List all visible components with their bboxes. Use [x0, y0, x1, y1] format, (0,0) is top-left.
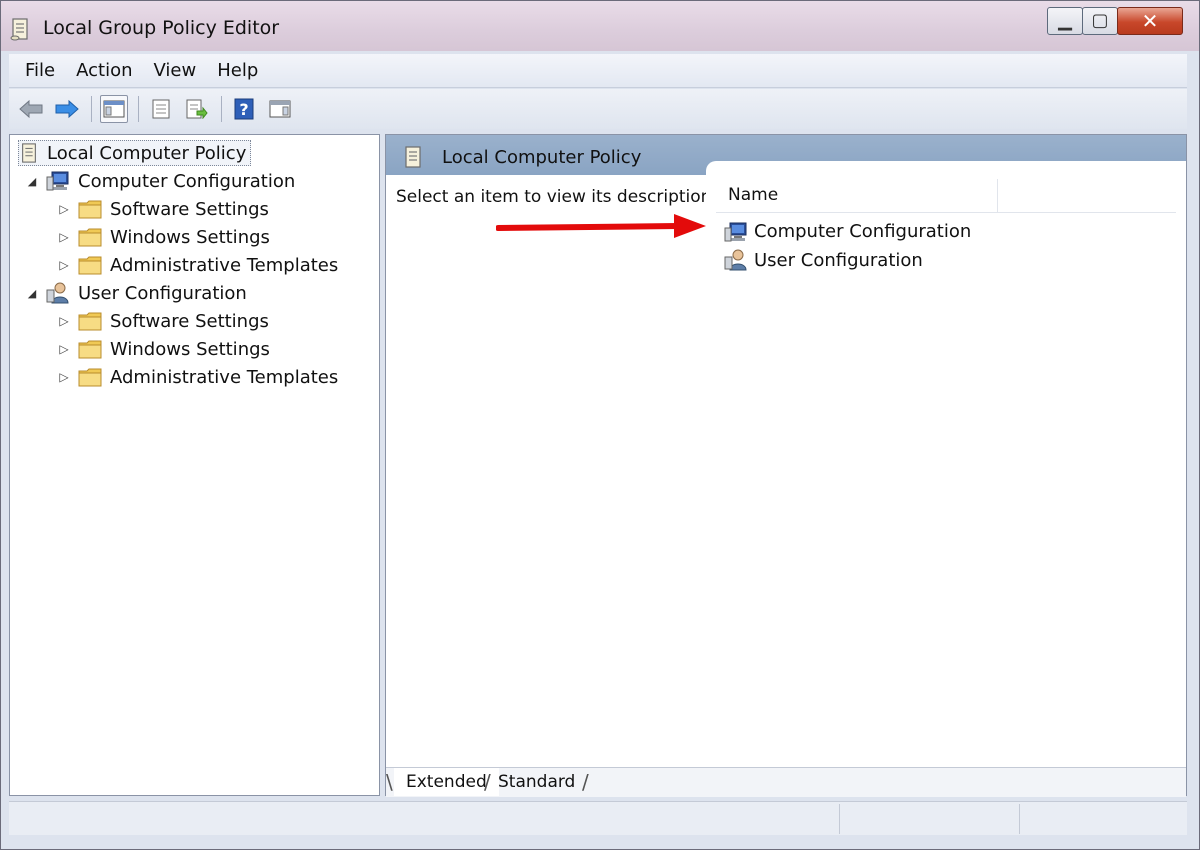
- properties-button[interactable]: [147, 95, 175, 123]
- details-list[interactable]: Name Computer Configuration User Configu…: [706, 161, 1186, 401]
- computer-icon: [724, 222, 747, 241]
- maximize-icon: ▢: [1091, 10, 1109, 31]
- toolbar-separator: [138, 96, 139, 122]
- menu-file[interactable]: File: [17, 60, 68, 81]
- view-tabs: \ Extended / Standard /: [386, 767, 1186, 797]
- properties-icon: [152, 99, 170, 119]
- tab-edge: \: [386, 770, 393, 794]
- tree-item-label: Local Computer Policy: [47, 142, 247, 164]
- minimize-button[interactable]: ▁: [1047, 7, 1083, 35]
- forward-button[interactable]: [53, 95, 81, 123]
- back-arrow-icon: [19, 99, 43, 119]
- expand-triangle-icon[interactable]: ▷: [58, 314, 70, 328]
- close-icon: ✕: [1141, 9, 1159, 33]
- policy-scroll-icon: [9, 17, 31, 41]
- status-cell: [1019, 804, 1020, 834]
- annotation-arrow-icon: [496, 214, 706, 238]
- export-list-button[interactable]: [183, 95, 211, 123]
- list-item-user-configuration[interactable]: User Configuration: [724, 249, 923, 271]
- window-title: Local Group Policy Editor: [43, 17, 280, 39]
- folder-icon: [78, 256, 102, 275]
- export-list-icon: [186, 99, 208, 119]
- show-hide-action-pane-icon: [269, 100, 291, 118]
- menu-action[interactable]: Action: [68, 60, 145, 81]
- menu-help[interactable]: Help: [209, 60, 271, 81]
- tree-item-computer-software-settings[interactable]: ▷ Software Settings: [58, 196, 269, 222]
- svg-text:?: ?: [239, 100, 248, 119]
- toolbar-separator: [91, 96, 92, 122]
- list-item-label: User Configuration: [754, 249, 923, 271]
- back-button[interactable]: [17, 95, 45, 123]
- collapse-triangle-icon[interactable]: ◢: [26, 175, 38, 188]
- expand-triangle-icon[interactable]: ▷: [58, 230, 70, 244]
- user-icon: [46, 282, 69, 304]
- status-cell: [839, 804, 840, 834]
- tree-item-label: User Configuration: [78, 282, 247, 304]
- show-hide-console-tree-button[interactable]: [100, 95, 128, 123]
- expand-triangle-icon[interactable]: ▷: [58, 370, 70, 384]
- computer-icon: [46, 171, 69, 191]
- window-controls: ▁ ▢ ✕: [1047, 7, 1183, 35]
- tree-item-computer-windows-settings[interactable]: ▷ Windows Settings: [58, 224, 270, 250]
- tree-item-user-configuration[interactable]: ◢ User Configuration: [26, 280, 247, 306]
- tree-item-label: Administrative Templates: [110, 254, 339, 276]
- folder-icon: [78, 200, 102, 219]
- show-hide-console-tree-icon: [103, 100, 125, 118]
- help-icon: ?: [234, 98, 254, 120]
- forward-arrow-icon: [55, 99, 79, 119]
- menu-view[interactable]: View: [146, 60, 210, 81]
- tree-item-label: Software Settings: [110, 198, 269, 220]
- user-icon: [724, 249, 747, 271]
- column-header-name[interactable]: Name: [716, 179, 998, 212]
- tree-item-label: Computer Configuration: [78, 170, 296, 192]
- policy-scroll-icon: [405, 146, 421, 168]
- menu-bar: File Action View Help: [9, 54, 1187, 88]
- collapse-triangle-icon[interactable]: ◢: [26, 287, 38, 300]
- help-button[interactable]: ?: [230, 95, 258, 123]
- details-pane: Local Computer Policy Select an item to …: [385, 134, 1187, 797]
- folder-icon: [78, 228, 102, 247]
- toolbar-separator: [221, 96, 222, 122]
- title-bar[interactable]: Local Group Policy Editor ▁ ▢ ✕: [1, 1, 1199, 51]
- expand-triangle-icon[interactable]: ▷: [58, 342, 70, 356]
- tree-item-local-computer-policy[interactable]: Local Computer Policy: [18, 140, 252, 166]
- tab-edge: /: [582, 770, 589, 794]
- app-window: Local Group Policy Editor ▁ ▢ ✕ File Act…: [0, 0, 1200, 850]
- details-description: Select an item to view its description.: [396, 187, 717, 207]
- tree-item-label: Windows Settings: [110, 338, 270, 360]
- tree-item-label: Software Settings: [110, 310, 269, 332]
- show-hide-action-pane-button[interactable]: [266, 95, 294, 123]
- details-header-title: Local Computer Policy: [442, 147, 642, 168]
- toolbar: ?: [9, 89, 1187, 129]
- tree-item-user-windows-settings[interactable]: ▷ Windows Settings: [58, 336, 270, 362]
- tree-item-computer-configuration[interactable]: ◢ Computer Configuration: [26, 168, 296, 194]
- tree-item-label: Administrative Templates: [110, 366, 339, 388]
- list-item-computer-configuration[interactable]: Computer Configuration: [724, 221, 971, 242]
- list-column-header: Name: [716, 179, 1176, 213]
- tree-item-user-administrative-templates[interactable]: ▷ Administrative Templates: [58, 364, 338, 390]
- policy-scroll-icon: [22, 143, 36, 163]
- expand-triangle-icon[interactable]: ▷: [58, 258, 70, 272]
- close-button[interactable]: ✕: [1117, 7, 1183, 35]
- tree-item-label: Windows Settings: [110, 226, 270, 248]
- tree-item-computer-administrative-templates[interactable]: ▷ Administrative Templates: [58, 252, 338, 278]
- list-item-label: Computer Configuration: [754, 221, 972, 242]
- folder-icon: [78, 368, 102, 387]
- console-tree-pane[interactable]: Local Computer Policy ◢ Computer Configu…: [9, 134, 380, 796]
- folder-icon: [78, 340, 102, 359]
- maximize-button[interactable]: ▢: [1082, 7, 1118, 35]
- status-bar: [9, 801, 1187, 835]
- minimize-icon: ▁: [1058, 10, 1072, 31]
- tab-standard[interactable]: Standard: [486, 768, 587, 796]
- tree-item-user-software-settings[interactable]: ▷ Software Settings: [58, 308, 269, 334]
- expand-triangle-icon[interactable]: ▷: [58, 202, 70, 216]
- folder-icon: [78, 312, 102, 331]
